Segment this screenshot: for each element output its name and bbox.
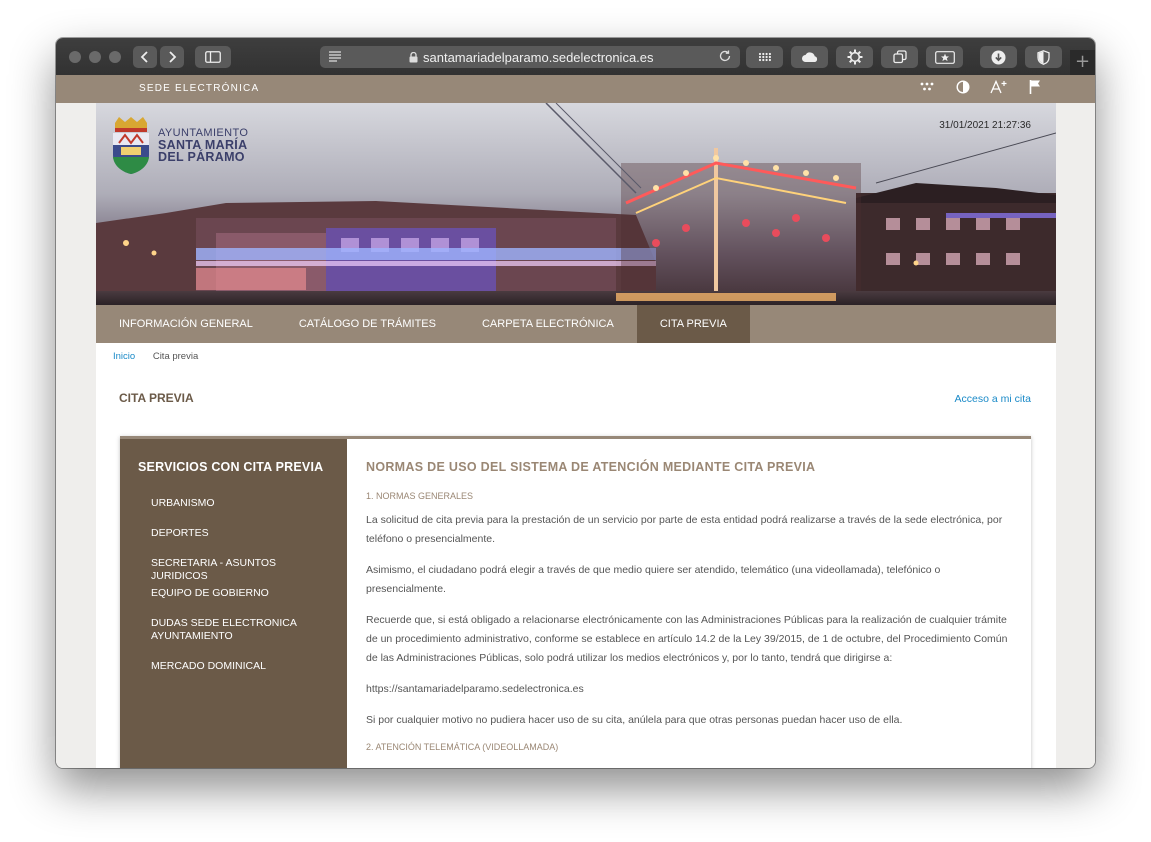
lock-icon — [409, 51, 418, 66]
access-my-appointment-link[interactable]: Acceso a mi cita — [955, 393, 1031, 405]
back-button[interactable] — [133, 46, 157, 68]
close-window-button[interactable] — [69, 51, 81, 63]
page-title: CITA PREVIA — [119, 391, 194, 405]
sidebar-item-dudas-sede[interactable]: DUDAS SEDE ELECTRONICA AYUNTAMIENTO — [151, 617, 301, 643]
chevron-right-icon — [169, 51, 177, 63]
paragraph-cancel-appointment: Si por cualquier motivo no pudiera hacer… — [366, 714, 903, 726]
text-size-icon[interactable] — [989, 78, 1009, 96]
browser-toolbar: santamariadelparamo.sedelectronica.es + — [56, 38, 1095, 76]
main-content: AYUNTAMIENTO SANTA MARÍA DEL PÁRAMO 31/0… — [96, 103, 1056, 768]
downloads-button[interactable] — [980, 46, 1017, 68]
sidebar-item-urbanismo[interactable]: URBANISMO — [151, 497, 331, 510]
tabs-overview-button[interactable] — [881, 46, 918, 68]
minimize-window-button[interactable] — [89, 51, 101, 63]
section-heading-general: 1. NORMAS GENERALES — [366, 491, 474, 501]
sidebar-icon — [205, 51, 221, 63]
grid-icon — [758, 52, 771, 62]
url-text: santamariadelparamo.sedelectronica.es — [423, 50, 654, 65]
sidebar-toggle-button[interactable] — [195, 46, 231, 68]
flag-icon[interactable] — [1025, 78, 1045, 96]
municipality-name: AYUNTAMIENTO SANTA MARÍA DEL PÁRAMO — [158, 127, 248, 163]
star-icon — [934, 50, 955, 64]
download-icon — [991, 50, 1006, 64]
nav-informacion-general[interactable]: INFORMACIÓN GENERAL — [96, 305, 276, 343]
forward-button[interactable] — [160, 46, 184, 68]
paragraph-electronic-obligation: Recuerde que, si está obligado a relacio… — [366, 614, 1008, 664]
sidebar-item-equipo-de-gobierno[interactable]: EQUIPO DE GOBIERNO — [151, 587, 331, 600]
extension-grid-button[interactable] — [746, 46, 783, 68]
shield-icon — [1037, 49, 1050, 65]
nav-catalogo-de-tramites[interactable]: CATÁLOGO DE TRÁMITES — [276, 305, 459, 343]
cloud-icon — [801, 52, 817, 62]
chevron-left-icon — [140, 51, 148, 63]
copy-icon — [892, 50, 907, 64]
accessibility-tools — [917, 78, 1045, 96]
reader-icon[interactable] — [328, 50, 342, 65]
section-heading-telematic: 2. ATENCIÓN TELEMÁTICA (VIDEOLLAMADA) — [366, 742, 559, 752]
breadcrumb-home-link[interactable]: Inicio — [113, 351, 135, 362]
paragraph-attention-mode: Asimismo, el ciudadano podrá elegir a tr… — [366, 564, 941, 595]
nav-carpeta-electronica[interactable]: CARPETA ELECTRÓNICA — [459, 305, 637, 343]
address-bar[interactable]: santamariadelparamo.sedelectronica.es — [320, 46, 740, 68]
nav-cita-previa[interactable]: CITA PREVIA — [636, 305, 750, 343]
paragraph-sede-url: https://santamariadelparamo.sedelectroni… — [366, 683, 584, 695]
reload-icon[interactable] — [718, 49, 732, 66]
sidebar-title: SERVICIOS CON CITA PREVIA — [138, 460, 324, 474]
settings-button[interactable] — [836, 46, 873, 68]
bookmark-button[interactable] — [926, 46, 963, 68]
sidebar-item-secretaria[interactable]: SECRETARIA - ASUNTOS JURIDICOS — [151, 557, 331, 583]
sede-label: SEDE ELECTRÓNICA — [139, 83, 260, 94]
cloud-button[interactable] — [791, 46, 828, 68]
grid-dots-icon[interactable] — [917, 78, 937, 96]
sede-bar: SEDE ELECTRÓNICA — [56, 75, 1095, 103]
rules-title: NORMAS DE USO DEL SISTEMA DE ATENCIÓN ME… — [366, 460, 816, 474]
appointment-panel: SERVICIOS CON CITA PREVIA URBANISMO DEPO… — [120, 436, 1031, 768]
web-page: SEDE ELECTRÓNICA AYUNTAMIENTO SANTA MARÍ… — [56, 75, 1095, 768]
breadcrumb-current: Cita previa — [152, 351, 199, 362]
server-datetime: 31/01/2021 21:27:36 — [939, 120, 1031, 131]
zoom-window-button[interactable] — [109, 51, 121, 63]
contrast-icon[interactable] — [953, 78, 973, 96]
municipal-coat-of-arms — [109, 117, 153, 179]
privacy-shield-button[interactable] — [1025, 46, 1062, 68]
browser-window: santamariadelparamo.sedelectronica.es + — [56, 38, 1095, 768]
header-banner: AYUNTAMIENTO SANTA MARÍA DEL PÁRAMO 31/0… — [96, 103, 1056, 305]
main-navigation: INFORMACIÓN GENERAL CATÁLOGO DE TRÁMITES… — [96, 305, 1056, 343]
sidebar-item-deportes[interactable]: DEPORTES — [151, 527, 331, 540]
breadcrumb: Inicio Cita previa — [113, 351, 198, 362]
logo-line-3: DEL PÁRAMO — [158, 150, 245, 164]
services-sidebar: SERVICIOS CON CITA PREVIA URBANISMO DEPO… — [120, 439, 347, 768]
gear-icon — [847, 49, 862, 65]
sidebar-item-mercado-dominical[interactable]: MERCADO DOMINICAL — [151, 660, 331, 673]
paragraph-request-channels: La solicitud de cita previa para la pres… — [366, 514, 1003, 545]
new-tab-button[interactable]: + — [1070, 50, 1095, 76]
